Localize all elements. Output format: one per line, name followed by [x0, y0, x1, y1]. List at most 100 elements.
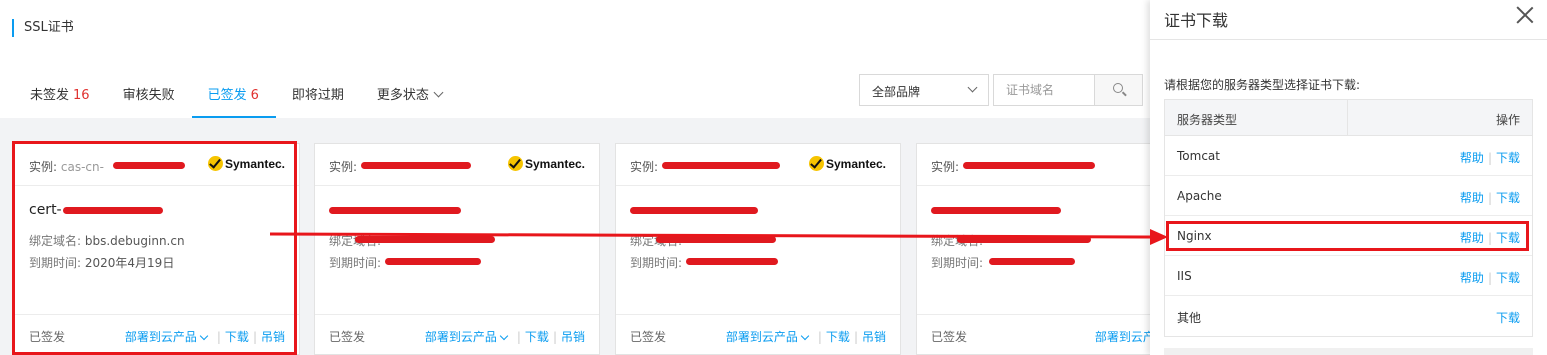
- instance-label: 实例:: [931, 160, 960, 174]
- server-name: Tomcat: [1177, 149, 1220, 163]
- certificate-card: 实例: Symantec. 绑定域名: 到期时间: 已签发 部署到云产品|下载|…: [314, 143, 600, 355]
- bound-domain-value: bbs.debuginn.cn: [84, 234, 185, 248]
- drawer-title: 证书下载: [1164, 11, 1229, 30]
- revoke-link[interactable]: 吊销: [261, 330, 285, 344]
- download-link[interactable]: 下载: [826, 330, 850, 344]
- download-link[interactable]: 下载: [525, 330, 549, 344]
- brand-name: Symantec.: [825, 156, 886, 171]
- symantec-logo: Symantec.: [507, 156, 585, 171]
- ssl-certificate-page: SSL证书 未签发16 审核失败 已签发6 即将过期 更多状态 全部品牌 实例:…: [0, 0, 1227, 355]
- header-bar: SSL证书 未签发 16 审核失败 已签发 6 即将过期 更多状态 全部品牌: [0, 0, 1150, 118]
- deploy-link[interactable]: 部署到云产品: [726, 330, 798, 344]
- table-header: 服务器类型 操作: [1165, 100, 1532, 136]
- certificate-download-drawer: 证书下载 请根据您的服务器类型选择证书下载: 服务器类型 操作 Tomcat 帮…: [1150, 0, 1547, 355]
- server-name: Apache: [1177, 189, 1222, 203]
- expiry-label: 到期时间:: [630, 256, 683, 270]
- redaction-mark: [686, 258, 778, 265]
- redaction-mark: [385, 258, 481, 265]
- tab-review-failed[interactable]: 审核失败: [107, 72, 192, 118]
- download-link[interactable]: 下载: [1496, 271, 1520, 285]
- tab-label: 审核失败: [122, 88, 175, 103]
- server-name: Nginx: [1177, 229, 1212, 243]
- deploy-link[interactable]: 部署到云产品: [125, 330, 197, 344]
- bound-domain-label: 绑定域名:: [29, 234, 82, 248]
- table-row: Apache 帮助 | 下载: [1165, 176, 1532, 216]
- expiry-date: 到期时间: 2020年4月19日: [29, 254, 174, 271]
- help-link[interactable]: 帮助: [1460, 271, 1484, 285]
- redaction-mark: [355, 236, 495, 243]
- help-link[interactable]: 帮助: [1460, 191, 1484, 205]
- brand-select-value: 全部品牌: [872, 85, 921, 99]
- search-button[interactable]: [1094, 75, 1142, 105]
- domain-search: [993, 74, 1143, 106]
- table-row: 其他 下载: [1165, 296, 1532, 336]
- tab-count: 16: [73, 88, 90, 103]
- chevron-down-icon: [967, 82, 978, 93]
- chevron-down-icon: [800, 331, 810, 341]
- card-footer: 已签发 部署到云产品 | 下载 | 吊销: [15, 314, 299, 354]
- tab-expiring-soon[interactable]: 即将过期: [276, 72, 361, 118]
- tab-issued[interactable]: 已签发 6: [191, 72, 276, 118]
- search-icon: [1113, 83, 1123, 93]
- redaction-mark: [361, 162, 471, 169]
- instance-value: cas-cn-: [60, 160, 104, 174]
- close-icon[interactable]: [1516, 6, 1534, 24]
- redaction-mark: [662, 162, 780, 169]
- expiry-label: 到期时间:: [29, 256, 82, 270]
- brand-select[interactable]: 全部品牌: [859, 74, 989, 106]
- redaction-mark: [63, 207, 163, 214]
- bound-domain: 绑定域名: bbs.debuginn.cn: [29, 232, 185, 249]
- divider: [1150, 39, 1547, 40]
- help-link[interactable]: 帮助: [1460, 151, 1484, 165]
- status-text: 已签发: [329, 330, 366, 344]
- status-text: 已签发: [29, 330, 66, 344]
- brand-name: Symantec.: [224, 156, 285, 171]
- status-text: 已签发: [630, 330, 667, 344]
- redaction-mark: [957, 236, 1091, 243]
- redaction-mark: [113, 162, 185, 169]
- card-actions: 部署到云产品 | 下载 | 吊销: [725, 330, 886, 344]
- redaction-mark: [656, 236, 776, 243]
- revoke-link[interactable]: 吊销: [862, 330, 886, 344]
- status-text: 已签发: [931, 330, 968, 344]
- redaction-mark: [963, 162, 1095, 169]
- tab-count: 6: [250, 88, 259, 103]
- download-link[interactable]: 下载: [1496, 151, 1520, 165]
- revoke-link[interactable]: 吊销: [561, 330, 585, 344]
- help-link[interactable]: 帮助: [1460, 231, 1484, 245]
- tab-label: 未签发: [30, 88, 70, 103]
- download-link[interactable]: 下载: [1496, 311, 1520, 325]
- chevron-down-icon: [499, 331, 509, 341]
- redaction-mark: [329, 207, 461, 214]
- redaction-mark: [630, 207, 758, 214]
- table-row: Tomcat 帮助 | 下载: [1165, 136, 1532, 176]
- drawer-scroll-edge: [1164, 348, 1533, 355]
- redaction-mark: [989, 258, 1075, 265]
- tab-label: 已签发: [207, 88, 247, 103]
- symantec-logo: Symantec.: [808, 156, 886, 171]
- chevron-down-icon: [433, 87, 444, 98]
- column-header-action: 操作: [1495, 113, 1520, 127]
- drawer-hint: 请根据您的服务器类型选择证书下载:: [1164, 78, 1361, 92]
- instance-label: 实例:: [329, 160, 358, 174]
- card-footer: 已签发 部署到云产品 | 下载 | 吊销: [616, 314, 900, 354]
- tab-unissued[interactable]: 未签发 16: [14, 72, 107, 118]
- certificate-card: 实例: Symantec. 绑定域名: 到期时间: 已签发 部署到云产品|下载|…: [615, 143, 901, 355]
- download-link[interactable]: 下载: [225, 330, 249, 344]
- card-footer: 已签发 部署到云产品 | 下载 | 吊销: [315, 314, 599, 354]
- column-header-server: 服务器类型: [1177, 113, 1238, 127]
- tab-more-status[interactable]: 更多状态: [361, 72, 459, 118]
- domain-search-input[interactable]: [994, 75, 1094, 105]
- expiry-label: 到期时间:: [329, 256, 382, 270]
- instance-label: 实例:: [29, 160, 58, 174]
- chevron-down-icon: [199, 331, 209, 341]
- card-actions: 部署到云产品 | 下载 | 吊销: [124, 330, 285, 344]
- check-icon: [207, 156, 223, 171]
- deploy-link[interactable]: 部署到云产品: [425, 330, 497, 344]
- expiry-date: 到期时间:: [630, 254, 682, 271]
- redaction-mark: [931, 207, 1061, 214]
- download-link[interactable]: 下载: [1496, 191, 1520, 205]
- instance-label: 实例:: [630, 160, 659, 174]
- expiry-label: 到期时间:: [931, 256, 984, 270]
- download-link[interactable]: 下载: [1496, 231, 1520, 245]
